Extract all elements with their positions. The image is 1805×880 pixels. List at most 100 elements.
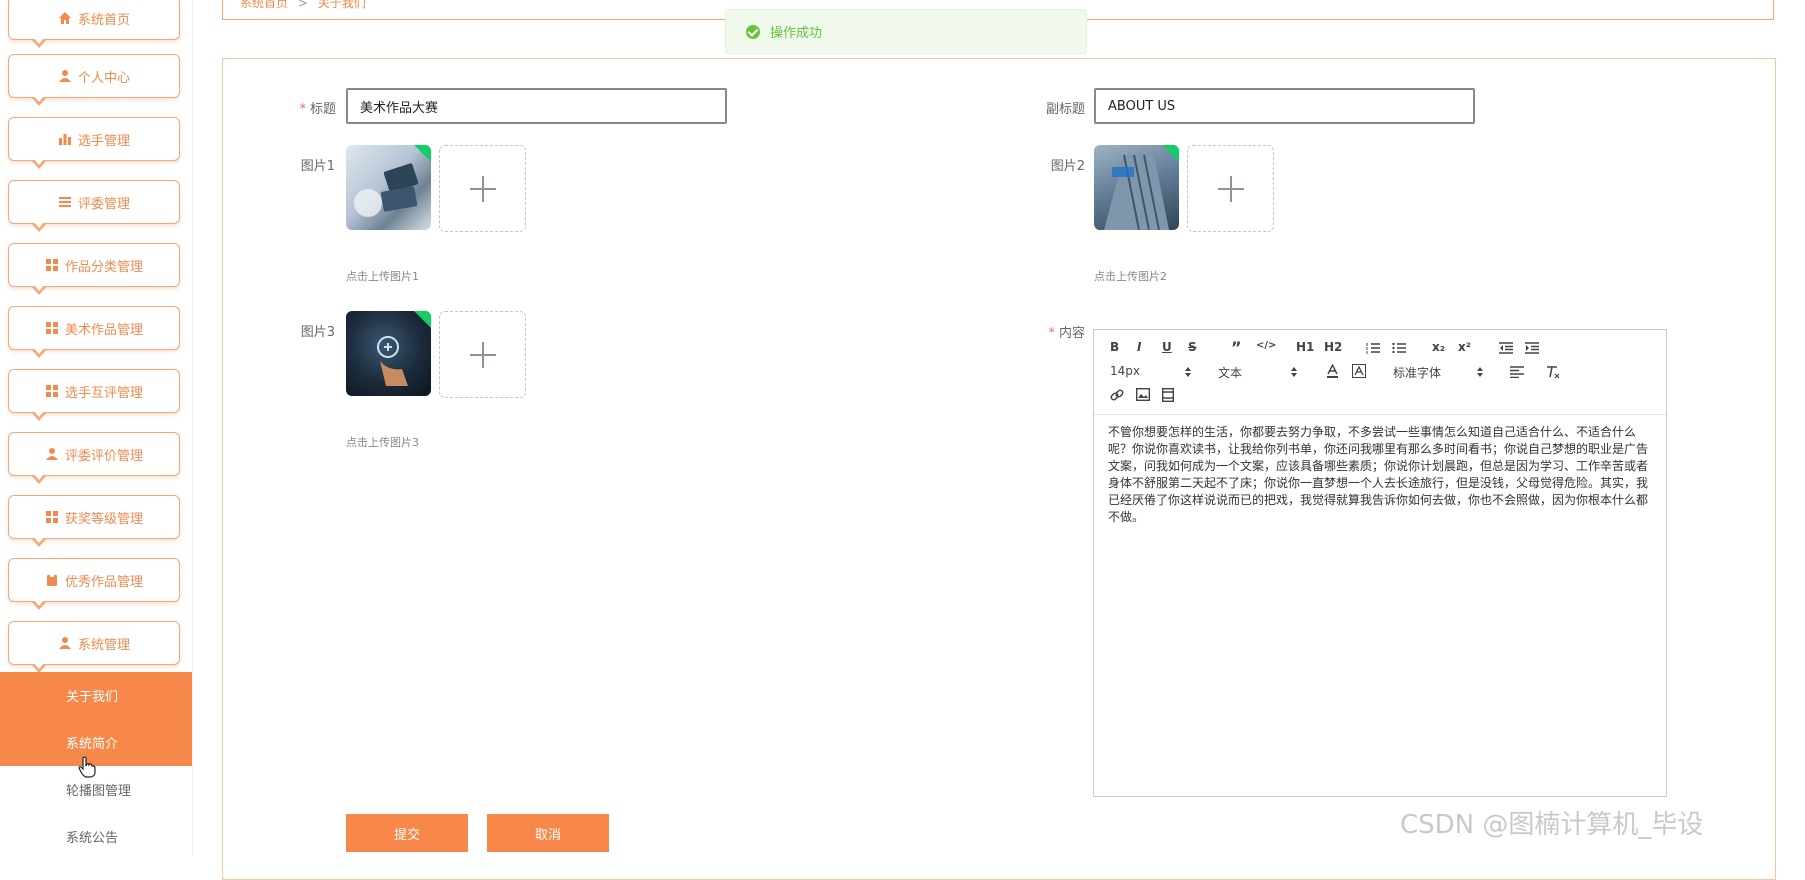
sidebar-item-label: 优秀作品管理 (64, 574, 143, 590)
code-button[interactable]: </> (1256, 340, 1276, 351)
submenu-label: 系统公告 (66, 831, 119, 846)
watermark: CSDN @图楠计算机_毕设 (1400, 810, 1704, 840)
breadcrumb: 系统首页 > 关于我们 (240, 0, 366, 11)
superscript-button[interactable]: x² (1458, 340, 1471, 354)
font-size-select[interactable]: 14px (1110, 364, 1140, 378)
grid-icon (45, 511, 58, 523)
user-icon (58, 70, 71, 82)
submenu-carousel[interactable]: 轮播图管理 (0, 766, 192, 813)
sidebar-item-judge-review[interactable]: 评委评价管理 (8, 432, 180, 484)
strike-button[interactable]: S (1188, 340, 1197, 354)
italic-button[interactable]: I (1137, 340, 1141, 354)
editor-content[interactable]: 不管你想要怎样的生活，你都要去努力争取，不多尝试一些事情怎么知道自己适合什么、不… (1108, 424, 1656, 526)
submenu-label: 轮播图管理 (66, 784, 132, 799)
home-icon (58, 12, 71, 24)
submit-button[interactable]: 提交 (346, 814, 468, 852)
submenu-announcement[interactable]: 系统公告 (0, 813, 192, 860)
pic3-image (377, 336, 408, 386)
pic2-upload-button[interactable] (1187, 145, 1274, 232)
grid-icon (45, 385, 58, 397)
check-circle-icon (746, 24, 760, 39)
blockquote-button[interactable]: ” (1231, 338, 1242, 357)
ordered-list-icon[interactable] (1366, 342, 1380, 354)
indent-icon[interactable] (1525, 342, 1539, 354)
image-icon[interactable] (1136, 388, 1150, 401)
clear-format-icon[interactable] (1546, 365, 1560, 379)
pic1-thumbnail[interactable] (346, 145, 431, 230)
sidebar-item-contestants[interactable]: 选手管理 (8, 117, 180, 169)
plus-icon (1217, 175, 1244, 202)
sidebar-item-label: 系统管理 (77, 637, 130, 653)
sidebar-item-home[interactable]: 系统首页 (8, 0, 180, 48)
plus-icon (469, 175, 496, 202)
pic1-upload-button[interactable] (439, 145, 526, 232)
outdent-icon[interactable] (1499, 342, 1513, 354)
user-icon (58, 637, 71, 649)
h2-button[interactable]: H2 (1324, 340, 1342, 354)
grid-icon (45, 259, 58, 271)
pic2-thumbnail[interactable] (1094, 145, 1179, 230)
sidebar: 系统首页 个人中心 选手管理 评委管理 作品分类管理 美术作品管理 选手互评管理… (0, 0, 193, 860)
content-label: * 内容 (1048, 326, 1085, 341)
subscript-button[interactable]: x₂ (1432, 340, 1445, 354)
sidebar-item-label: 选手互评管理 (64, 385, 143, 401)
chevron-updown-icon (1185, 367, 1191, 377)
pic1-image (354, 163, 419, 217)
breadcrumb-current: 关于我们 (317, 0, 366, 10)
grid-icon (45, 322, 58, 334)
pic2-label: 图片2 (1050, 159, 1085, 174)
align-icon[interactable] (1510, 366, 1524, 378)
cancel-button[interactable]: 取消 (487, 814, 609, 852)
sidebar-item-excellent-works[interactable]: 优秀作品管理 (8, 558, 180, 610)
submenu-label: 关于我们 (66, 690, 119, 705)
sidebar-item-label: 作品分类管理 (64, 259, 143, 275)
sidebar-item-award-level[interactable]: 获奖等级管理 (8, 495, 180, 547)
hand-cursor-icon (78, 756, 96, 778)
rich-text-editor[interactable]: B I U S ” </> H1 H2 x₂ x² 14px 文本 标准字体 不… (1093, 329, 1667, 797)
sidebar-item-label: 个人中心 (77, 70, 130, 86)
format-select[interactable]: 文本 (1218, 364, 1242, 381)
chevron-updown-icon (1291, 367, 1297, 377)
pic3-label: 图片3 (300, 325, 335, 340)
pic2-image (1104, 154, 1169, 230)
sidebar-item-label: 系统首页 (77, 12, 130, 28)
breadcrumb-home[interactable]: 系统首页 (240, 0, 288, 10)
plus-icon (469, 341, 496, 368)
link-icon[interactable] (1110, 388, 1124, 402)
title-input[interactable] (346, 88, 727, 124)
pic1-label: 图片1 (300, 159, 335, 174)
sidebar-item-system[interactable]: 系统管理 (8, 621, 180, 673)
list-icon (58, 197, 71, 207)
pic3-thumbnail[interactable] (346, 311, 431, 396)
bar-chart-icon (58, 134, 71, 145)
bold-button[interactable]: B (1110, 340, 1119, 354)
sidebar-item-profile[interactable]: 个人中心 (8, 54, 180, 106)
clipboard-icon (46, 574, 57, 586)
font-family-select[interactable]: 标准字体 (1393, 364, 1441, 381)
pic3-hint: 点击上传图片3 (346, 436, 419, 449)
sidebar-item-artworks[interactable]: 美术作品管理 (8, 306, 180, 358)
pic1-hint: 点击上传图片1 (346, 270, 419, 283)
background-color-icon[interactable] (1352, 364, 1366, 378)
subtitle-input[interactable] (1094, 88, 1475, 124)
bullet-list-icon[interactable] (1392, 342, 1406, 354)
submenu-system-intro[interactable]: 系统简介 (0, 719, 192, 766)
sidebar-item-label: 评委管理 (77, 196, 130, 212)
sidebar-item-label: 选手管理 (77, 133, 130, 149)
chevron-updown-icon (1477, 367, 1483, 377)
pic3-upload-button[interactable] (439, 311, 526, 398)
user-icon (45, 448, 58, 460)
sidebar-item-peer-review[interactable]: 选手互评管理 (8, 369, 180, 421)
editor-toolbar: B I U S ” </> H1 H2 x₂ x² 14px 文本 标准字体 (1094, 330, 1666, 415)
toast-message: 操作成功 (770, 26, 823, 41)
video-icon[interactable] (1162, 388, 1174, 402)
sidebar-item-label: 评委评价管理 (64, 448, 143, 464)
sidebar-item-label: 美术作品管理 (64, 322, 143, 338)
underline-button[interactable]: U (1162, 340, 1172, 354)
success-toast: 操作成功 (725, 9, 1087, 54)
sidebar-item-judges[interactable]: 评委管理 (8, 180, 180, 232)
sidebar-item-category[interactable]: 作品分类管理 (8, 243, 180, 295)
font-color-icon[interactable] (1326, 364, 1339, 378)
submenu-about-us[interactable]: 关于我们 (0, 672, 192, 719)
h1-button[interactable]: H1 (1296, 340, 1314, 354)
